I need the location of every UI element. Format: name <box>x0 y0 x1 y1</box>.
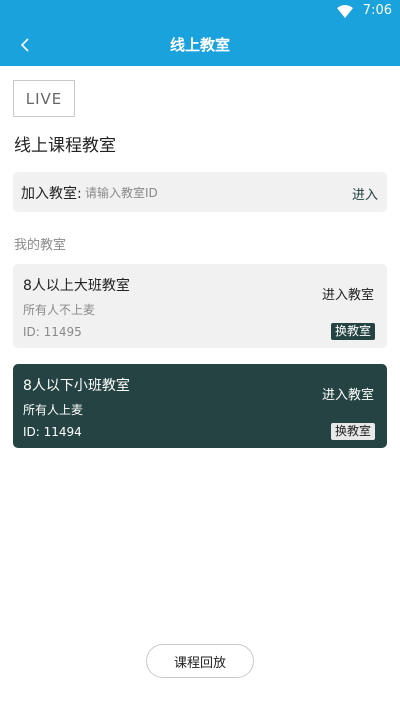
join-enter-button[interactable]: 进入 <box>352 184 378 203</box>
status-time: 7:06 <box>362 3 392 18</box>
classroom-id: ID: 11494 <box>23 425 82 439</box>
enter-classroom-button[interactable]: 进入教室 <box>322 284 374 303</box>
app-bar: 线上教室 <box>0 24 400 66</box>
classroom-name: 8人以上大班教室 <box>23 278 130 294</box>
classroom-card[interactable]: 8人以上大班教室 所有人不上麦 ID: 11495 进入教室 换教室 <box>13 264 387 348</box>
switch-classroom-button[interactable]: 换教室 <box>330 323 375 340</box>
my-classrooms-label: 我的教室 <box>14 238 67 253</box>
classroom-id-input[interactable] <box>83 178 337 208</box>
live-logo: LIVE <box>13 80 75 117</box>
enter-classroom-button[interactable]: 进入教室 <box>322 384 374 403</box>
join-label: 加入教室: <box>21 186 82 202</box>
classroom-desc: 所有人不上麦 <box>23 303 96 317</box>
switch-classroom-button[interactable]: 换教室 <box>330 423 375 440</box>
join-classroom-box: 加入教室: 进入 <box>13 172 387 212</box>
status-bar: 7:06 <box>0 0 400 24</box>
classroom-id: ID: 11495 <box>23 325 82 339</box>
wifi-icon <box>337 5 353 18</box>
classroom-desc: 所有人上麦 <box>23 403 84 417</box>
classroom-card[interactable]: 8人以下小班教室 所有人上麦 ID: 11494 进入教室 换教室 <box>13 364 387 448</box>
section-title: 线上课程教室 <box>14 136 116 156</box>
page-title: 线上教室 <box>169 36 230 54</box>
classroom-name: 8人以下小班教室 <box>23 378 130 394</box>
course-replay-button[interactable]: 课程回放 <box>146 644 254 678</box>
